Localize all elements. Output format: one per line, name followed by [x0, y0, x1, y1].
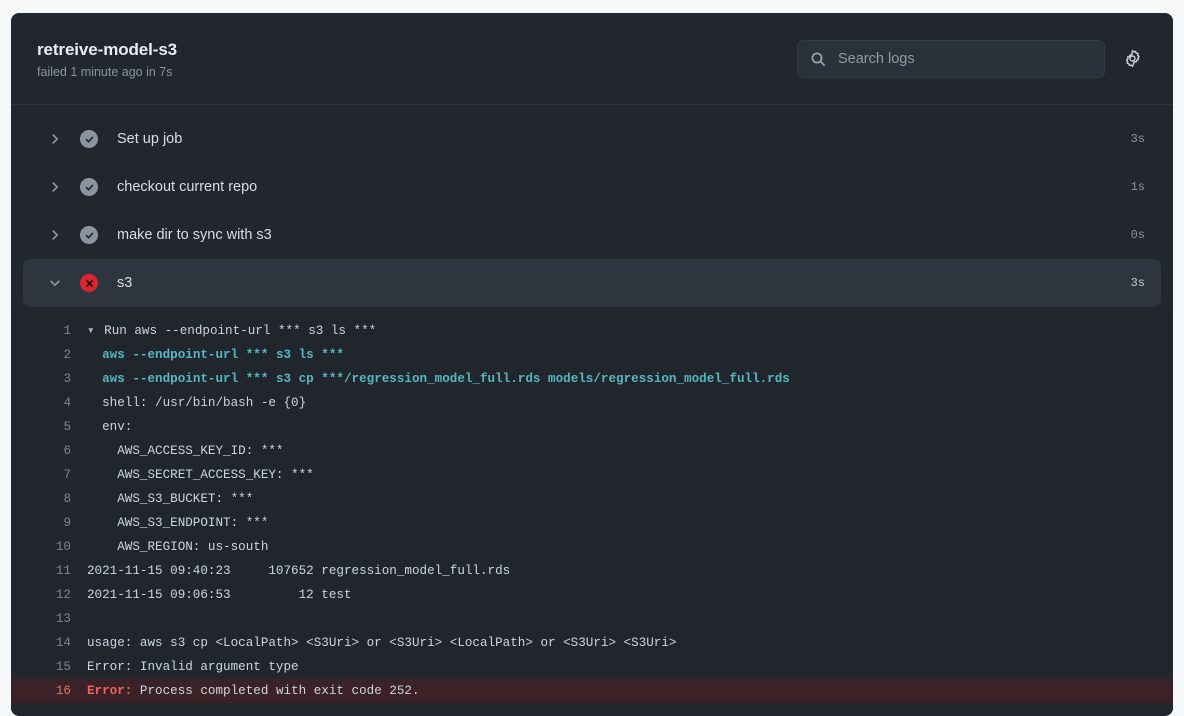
search-icon [810, 51, 826, 67]
gear-icon[interactable] [1119, 46, 1145, 72]
job-status-subtitle: failed 1 minute ago in 7s [37, 65, 173, 79]
step-label: s3 [117, 275, 133, 291]
log-line-number: 10 [55, 540, 71, 554]
log-text-segment: AWS_SECRET_ACCESS_KEY: *** [87, 468, 314, 482]
log-line: 12 2021-11-15 09:06:53 12 test [11, 583, 1173, 607]
log-line-content: AWS_ACCESS_KEY_ID: *** [87, 439, 1173, 463]
log-line: 1 ▾ Run aws --endpoint-url *** s3 ls *** [11, 319, 1173, 343]
log-line-number: 13 [55, 612, 71, 626]
log-line-number: 6 [63, 444, 71, 458]
step-row[interactable]: s3 3s [23, 259, 1161, 307]
log-text-segment: env: [87, 420, 133, 434]
log-line-content: ▾ Run aws --endpoint-url *** s3 ls *** [87, 319, 1173, 343]
log-line-number: 15 [55, 660, 71, 674]
log-text-segment: Process completed with exit code 252. [132, 684, 420, 698]
log-line-content: usage: aws s3 cp <LocalPath> <S3Uri> or … [87, 631, 1173, 655]
log-line: 3 aws --endpoint-url *** s3 cp ***/regre… [11, 367, 1173, 391]
log-line: 7 AWS_SECRET_ACCESS_KEY: *** [11, 463, 1173, 487]
log-line: 8 AWS_S3_BUCKET: *** [11, 487, 1173, 511]
log-line-number: 5 [63, 420, 71, 434]
step-label: checkout current repo [117, 179, 258, 195]
log-line: 11 2021-11-15 09:40:23 107652 regression_… [11, 559, 1173, 583]
step-row[interactable]: Set up job 3s [23, 115, 1161, 163]
success-icon [80, 226, 98, 244]
log-line-content: aws --endpoint-url *** s3 cp ***/regress… [87, 367, 1173, 391]
chevron-right-icon[interactable] [47, 228, 63, 242]
page-title: retreive-model-s3 [37, 39, 178, 59]
log-line-content: AWS_SECRET_ACCESS_KEY: *** [87, 463, 1173, 487]
chevron-down-icon[interactable] [47, 276, 63, 290]
chevron-right-icon[interactable] [47, 180, 63, 194]
log-text-segment: usage: aws s3 cp <LocalPath> <S3Uri> or … [87, 636, 677, 650]
log-line-content: shell: /usr/bin/bash -e {0} [87, 391, 1173, 415]
log-text-segment: AWS_S3_ENDPOINT: *** [87, 516, 269, 530]
log-line-content: Error: Process completed with exit code … [87, 679, 1173, 703]
step-row[interactable]: make dir to sync with s3 0s [23, 211, 1161, 259]
log-line: 2 aws --endpoint-url *** s3 ls *** [11, 343, 1173, 367]
log-line: 4 shell: /usr/bin/bash -e {0} [11, 391, 1173, 415]
log-line: 9 AWS_S3_ENDPOINT: *** [11, 511, 1173, 535]
log-line-content: AWS_S3_ENDPOINT: *** [87, 511, 1173, 535]
log-text-segment: Error: [87, 684, 133, 698]
step-duration: 1s [1130, 180, 1145, 194]
log-line: 13 [11, 607, 1173, 631]
log-line: 10 AWS_REGION: us-south [11, 535, 1173, 559]
log-text-segment: AWS_REGION: us-south [87, 540, 269, 554]
log-line-number: 9 [63, 516, 71, 530]
success-icon [80, 178, 98, 196]
log-line: 15 Error: Invalid argument type [11, 655, 1173, 679]
log-line-number: 16 [55, 684, 71, 698]
log-text-segment: 2021-11-15 09:06:53 12 test [87, 588, 352, 602]
log-text-segment: 2021-11-15 09:40:23 107652 regression_mo… [87, 564, 511, 578]
log-line-number: 2 [63, 348, 71, 362]
log-line-number: 12 [55, 588, 71, 602]
log-line-number: 4 [63, 396, 71, 410]
log-line-number: 8 [63, 492, 71, 506]
step-duration: 3s [1130, 276, 1145, 290]
job-heading: retreive-model-s3 failed 1 minute ago in… [37, 37, 177, 81]
log-line: 16 Error: Process completed with exit cod… [11, 679, 1173, 703]
step-duration: 0s [1130, 228, 1145, 242]
log-line-content: aws --endpoint-url *** s3 ls *** [87, 343, 1173, 367]
log-line-number: 3 [63, 372, 71, 386]
log-line-content: env: [87, 415, 1173, 439]
log-output[interactable]: 1 ▾ Run aws --endpoint-url *** s3 ls *** 2… [11, 311, 1173, 711]
step-row[interactable]: checkout current repo 1s [23, 163, 1161, 211]
log-text-segment: AWS_S3_BUCKET: *** [87, 492, 254, 506]
log-text-segment: ▾ [87, 324, 103, 338]
header-actions [797, 39, 1145, 78]
log-line: 5 env: [11, 415, 1173, 439]
step-duration: 3s [1130, 132, 1145, 146]
log-text-segment [87, 348, 102, 362]
failure-icon [80, 274, 98, 292]
log-line: 14 usage: aws s3 cp <LocalPath> <S3Uri> o… [11, 631, 1173, 655]
log-text-segment: aws --endpoint-url *** s3 cp ***/regress… [102, 372, 790, 386]
log-text-segment: Error: Invalid argument type [87, 660, 299, 674]
log-line-number: 7 [63, 468, 71, 482]
chevron-right-icon[interactable] [47, 132, 63, 146]
search-input[interactable] [836, 40, 1104, 77]
success-icon [80, 130, 98, 148]
step-label: make dir to sync with s3 [117, 227, 272, 243]
log-line-content: Error: Invalid argument type [87, 655, 1173, 679]
log-line-content: 2021-11-15 09:40:23 107652 regression_mo… [87, 559, 1173, 583]
log-line-content: 2021-11-15 09:06:53 12 test [87, 583, 1173, 607]
step-label: Set up job [117, 131, 183, 147]
log-line: 6 AWS_ACCESS_KEY_ID: *** [11, 439, 1173, 463]
log-line-number: 11 [55, 564, 71, 578]
step-list: Set up job 3s checkout current repo 1s make … [11, 105, 1173, 307]
log-line-content: AWS_S3_BUCKET: *** [87, 487, 1173, 511]
log-text-segment: AWS_ACCESS_KEY_ID: *** [87, 444, 284, 458]
log-text-segment: aws --endpoint-url *** s3 ls *** [102, 348, 344, 362]
log-text-segment: Run aws --endpoint-url *** s3 ls *** [104, 324, 377, 338]
log-line-number: 1 [63, 324, 71, 338]
job-log-card: retreive-model-s3 failed 1 minute ago in… [11, 13, 1173, 716]
log-line-number: 14 [55, 636, 71, 650]
search-logs-box[interactable] [797, 39, 1105, 78]
log-text-segment: shell: /usr/bin/bash -e {0} [87, 396, 307, 410]
log-line-content: AWS_REGION: us-south [87, 535, 1173, 559]
log-text-segment [87, 372, 102, 386]
job-header: retreive-model-s3 failed 1 minute ago in… [11, 13, 1173, 105]
